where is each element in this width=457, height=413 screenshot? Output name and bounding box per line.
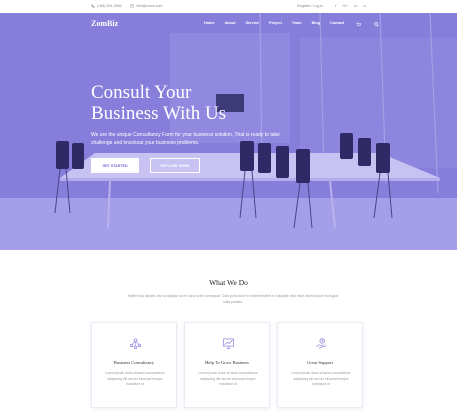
linkedin-icon[interactable]: in <box>354 4 357 8</box>
nav-item-blog[interactable]: Blog <box>312 21 320 27</box>
card-text: Lorem ipsum dolor sit amet consectetuor … <box>105 371 165 386</box>
hero-title: Consult Your Business With Us <box>91 82 271 124</box>
section-title: What We Do <box>209 278 248 287</box>
nav-item-about[interactable]: About <box>225 21 236 27</box>
hero-title-line1: Consult Your <box>91 82 192 103</box>
support-hand-icon <box>316 338 326 349</box>
search-icon[interactable] <box>372 21 380 27</box>
nav-item-team[interactable]: Team <box>292 21 302 27</box>
service-card-business-consultancy[interactable]: Business Consultancy Lorem ipsum dolor s… <box>91 322 177 408</box>
google-plus-icon[interactable]: G+ <box>342 4 348 8</box>
top-bar: (+88) 524 1566 info@zomo.com Register / … <box>0 0 457 13</box>
explore-more-button[interactable]: EXPLORE MORE <box>150 158 200 173</box>
phone-text: (+88) 524 1566 <box>97 4 122 8</box>
email-contact[interactable]: info@zomo.com <box>130 4 163 8</box>
pinterest-icon[interactable]: p <box>364 4 366 8</box>
service-card-great-support[interactable]: Great Support Lorem ipsum dolor sit amet… <box>277 322 363 408</box>
nav-item-service[interactable]: Service <box>246 21 260 27</box>
card-text: Lorem ipsum dolor sit amet consectetuor … <box>291 371 351 386</box>
logo[interactable]: ZomBiz <box>91 19 118 28</box>
get-started-button[interactable]: GET STARTED <box>91 158 139 173</box>
hero-title-line2: Business With Us <box>91 103 227 124</box>
section-description: Rafbe'ztos lobortis nisi ut adipisci ac … <box>128 294 338 304</box>
social-links: f G+ in p <box>335 4 366 8</box>
card-title: Business Consultancy <box>113 360 155 365</box>
service-card-grow-business[interactable]: Help To Grow Business Lorem ipsum dolor … <box>184 322 270 408</box>
email-text[interactable]: info@zomo.com <box>136 4 162 8</box>
card-title: Help To Grow Business <box>205 360 249 365</box>
phone-contact: (+88) 524 1566 <box>91 4 121 8</box>
topbar-right: Register / Log in f G+ in p <box>297 4 366 8</box>
hero-subtitle: We are the unique Consultancy Farm for y… <box>91 132 280 146</box>
card-text: Lorem ipsum dolor sit amet consectetuor … <box>198 371 258 386</box>
mail-icon <box>130 4 135 8</box>
register-login-link[interactable]: Register / Log in <box>297 4 323 8</box>
card-title: Great Support <box>307 360 333 365</box>
growth-chart-icon <box>222 338 235 350</box>
facebook-icon[interactable]: f <box>335 4 336 8</box>
contact-info: (+88) 524 1566 info@zomo.com <box>91 4 163 8</box>
nav-item-project[interactable]: Project <box>269 21 282 27</box>
main-navbar: ZomBiz Home About Service Project Team B… <box>0 13 457 37</box>
main-menu: Home About Service Project Team Blog Con… <box>204 21 380 27</box>
nav-item-contact[interactable]: Contact <box>330 21 344 27</box>
phone-icon <box>91 4 95 8</box>
team-network-icon <box>129 338 142 350</box>
nav-item-home[interactable]: Home <box>204 21 215 27</box>
cart-icon[interactable] <box>354 21 362 27</box>
